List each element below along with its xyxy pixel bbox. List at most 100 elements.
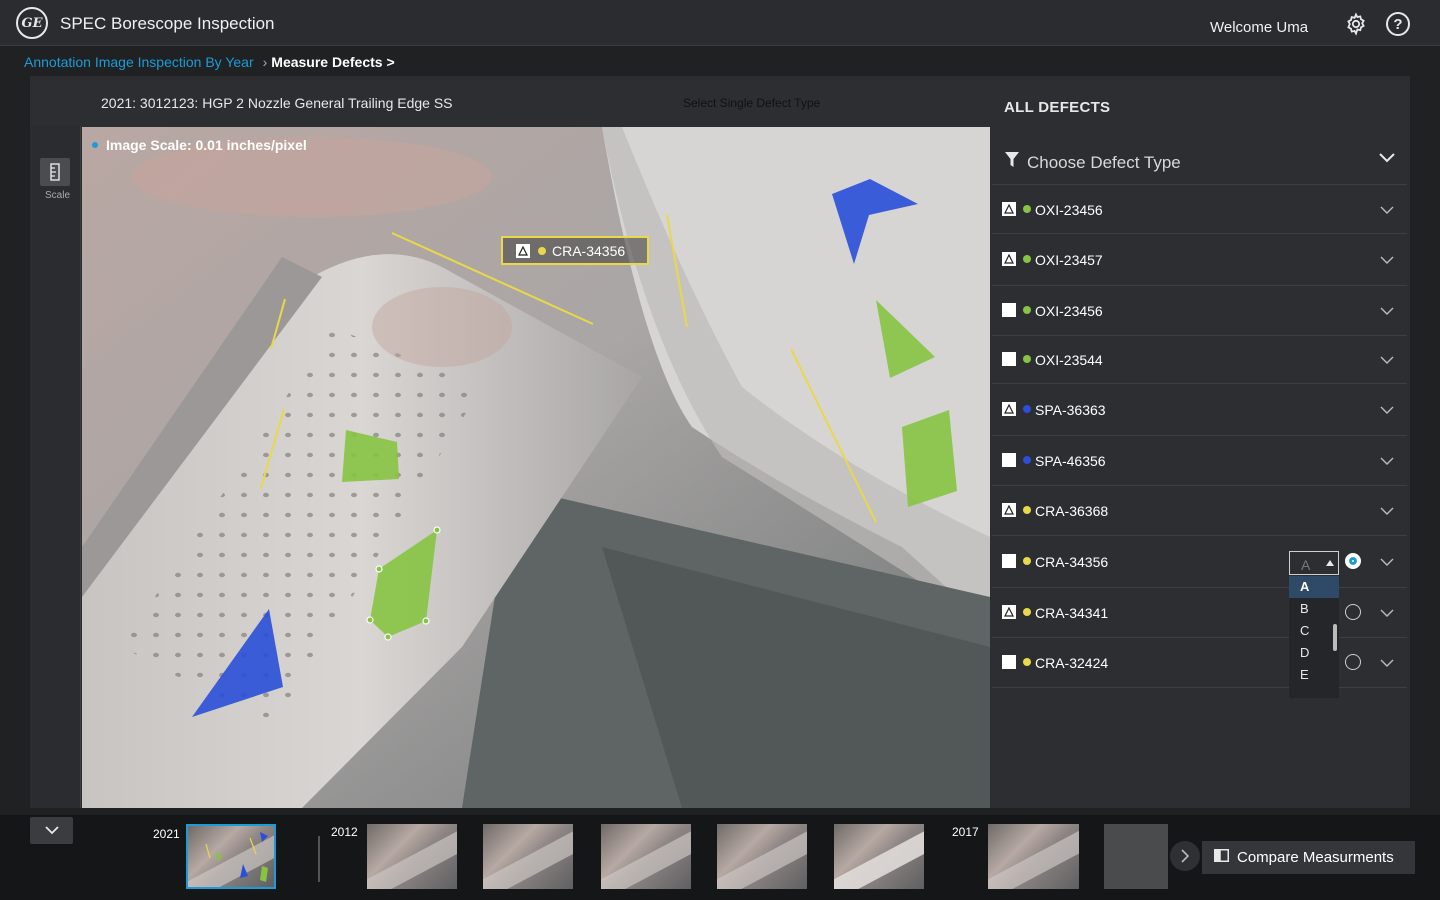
defect-row[interactable]: SPA-36363 xyxy=(992,384,1407,436)
selected-defect-tag-label: CRA-34356 xyxy=(552,242,626,259)
selected-defect-tag[interactable]: CRA-34356 xyxy=(501,236,649,265)
defect-radio[interactable] xyxy=(1345,654,1361,670)
year-label-2012: 2012 xyxy=(331,825,358,839)
breadcrumb-separator: › xyxy=(262,54,268,70)
app-header: GE SPEC Borescope Inspection Welcome Uma… xyxy=(0,0,1440,46)
breadcrumb: Annotation Image Inspection By Year › Me… xyxy=(24,54,395,70)
defect-id-label: OXI-23456 xyxy=(1035,202,1103,218)
defect-list: OXI-23456 OXI-23457 OXI-23456 OXI-23544 SPA-… xyxy=(992,186,1407,688)
defect-row[interactable]: OXI-23544 xyxy=(992,336,1407,384)
ruler-icon xyxy=(50,163,60,181)
defect-row[interactable]: CRA-34356 xyxy=(992,536,1407,588)
image-scale-dot xyxy=(92,142,98,148)
chevron-down-icon xyxy=(1378,151,1396,169)
annotation-icon xyxy=(516,243,530,258)
chevron-right-icon xyxy=(1181,849,1189,863)
defect-id-label: OXI-23456 xyxy=(1035,303,1103,319)
grade-option[interactable]: A xyxy=(1289,576,1339,598)
defect-row[interactable]: OXI-23456 xyxy=(992,186,1407,234)
breadcrumb-link-annotation[interactable]: Annotation Image Inspection By Year xyxy=(24,54,254,70)
thumbnail-2021[interactable] xyxy=(186,824,276,889)
defect-status-dot xyxy=(1023,405,1031,413)
defect-grade-value: A xyxy=(1301,557,1311,573)
chevron-down-icon[interactable] xyxy=(1380,252,1394,270)
chevron-down-icon[interactable] xyxy=(1380,352,1394,370)
chevron-down-icon[interactable] xyxy=(1380,655,1394,673)
chevron-down-icon[interactable] xyxy=(1380,453,1394,471)
next-thumbnails-button[interactable] xyxy=(1170,841,1200,871)
grade-option[interactable]: D xyxy=(1289,642,1339,664)
thumbnail-placeholder[interactable] xyxy=(1104,824,1168,889)
compare-measurements-button[interactable]: Compare Measurments xyxy=(1202,841,1415,874)
thumbnail-2012-b[interactable] xyxy=(483,824,573,889)
thumbnail-2012-e[interactable] xyxy=(834,824,924,889)
defect-grade-select[interactable]: A xyxy=(1289,551,1339,575)
filter-icon xyxy=(1005,152,1019,173)
inspection-image-canvas[interactable] xyxy=(82,127,990,808)
image-scale-readout: Image Scale: 0.01 inches/pixel xyxy=(92,137,307,153)
thumbnail-2012-c[interactable] xyxy=(601,824,691,889)
defect-id-label: SPA-46356 xyxy=(1035,453,1106,469)
defect-row[interactable]: CRA-32424 xyxy=(992,638,1407,688)
grade-option[interactable]: B xyxy=(1289,598,1339,620)
welcome-user: Welcome Uma xyxy=(1210,19,1309,36)
defect-radio[interactable] xyxy=(1345,553,1361,569)
defect-id-label: OXI-23544 xyxy=(1035,352,1103,368)
defect-status-dot xyxy=(1023,306,1031,314)
defect-status-dot xyxy=(1023,658,1031,666)
scale-tool-label: Scale xyxy=(45,190,71,201)
thumbnail-2012-a[interactable] xyxy=(367,824,457,889)
defect-row[interactable]: OXI-23456 xyxy=(992,286,1407,336)
dropdown-scrollbar[interactable] xyxy=(1333,624,1337,651)
defect-checkbox[interactable] xyxy=(1002,303,1016,317)
defect-checkbox[interactable] xyxy=(1002,554,1016,568)
defect-row[interactable]: OXI-23457 xyxy=(992,234,1407,286)
defect-id-label: CRA-36368 xyxy=(1035,503,1109,519)
chevron-down-icon[interactable] xyxy=(1380,605,1394,623)
annotation-icon[interactable] xyxy=(1002,252,1016,266)
defect-id-label: OXI-23457 xyxy=(1035,252,1103,268)
scale-tool-button[interactable] xyxy=(40,158,70,186)
defect-radio[interactable] xyxy=(1345,604,1361,620)
grade-option[interactable]: C xyxy=(1289,620,1339,642)
annotation-icon[interactable] xyxy=(1002,605,1016,619)
defect-type-hint: Select Single Defect Type xyxy=(683,96,821,110)
gear-icon[interactable] xyxy=(1344,12,1368,36)
defect-status-dot xyxy=(1023,205,1031,213)
defect-id-label: SPA-36363 xyxy=(1035,402,1106,418)
app-title: SPEC Borescope Inspection xyxy=(60,14,275,33)
grade-option[interactable]: E xyxy=(1289,664,1339,686)
defect-status-dot xyxy=(1023,608,1031,616)
app-root: GE SPEC Borescope Inspection Welcome Uma… xyxy=(0,0,1440,900)
caret-up-icon xyxy=(1326,560,1334,566)
chevron-down-icon[interactable] xyxy=(1380,554,1394,572)
compare-icon xyxy=(1214,849,1229,866)
defect-status-dot xyxy=(1023,456,1031,464)
defect-row[interactable]: CRA-34341 xyxy=(992,588,1407,638)
annotation-icon[interactable] xyxy=(1002,503,1016,517)
defect-checkbox[interactable] xyxy=(1002,655,1016,669)
defect-checkbox[interactable] xyxy=(1002,352,1016,366)
defect-row[interactable]: SPA-46356 xyxy=(992,436,1407,486)
chevron-down-icon[interactable] xyxy=(1380,202,1394,220)
defect-checkbox[interactable] xyxy=(1002,453,1016,467)
annotation-icon[interactable] xyxy=(1002,402,1016,416)
collapse-strip-button[interactable] xyxy=(30,817,73,844)
breadcrumb-current: Measure Defects > xyxy=(271,54,395,70)
defect-row[interactable]: CRA-36368 xyxy=(992,486,1407,536)
help-icon[interactable]: ? xyxy=(1386,12,1410,36)
defect-id-label: CRA-34356 xyxy=(1035,554,1109,570)
chevron-down-icon[interactable] xyxy=(1380,402,1394,420)
chevron-down-icon[interactable] xyxy=(1380,303,1394,321)
thumbnail-2017[interactable] xyxy=(988,824,1079,889)
defect-type-filter[interactable]: Choose Defect Type xyxy=(992,137,1407,185)
image-scale-text: Image Scale: 0.01 inches/pixel xyxy=(106,137,307,153)
ge-logo: GE xyxy=(16,7,48,39)
annotation-icon[interactable] xyxy=(1002,202,1016,216)
chevron-down-icon[interactable] xyxy=(1380,503,1394,521)
thumbnail-2012-d[interactable] xyxy=(717,824,807,889)
borescope-image xyxy=(82,127,990,808)
defect-status-dot xyxy=(1023,506,1031,514)
defect-type-filter-label: Choose Defect Type xyxy=(1027,153,1181,172)
tag-status-dot xyxy=(538,246,546,255)
